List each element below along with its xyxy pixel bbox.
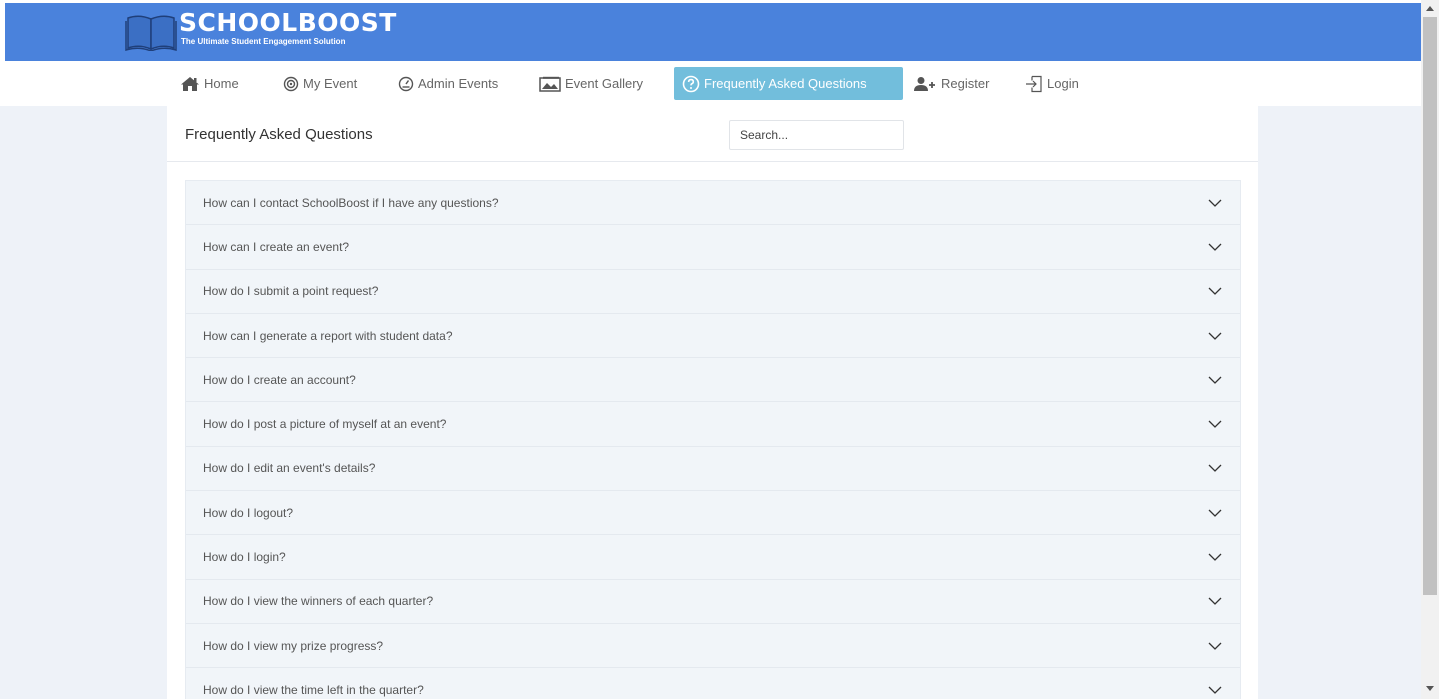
nav-login-label: Login: [1047, 76, 1079, 91]
question-circle-icon: [682, 75, 700, 93]
faq-item[interactable]: How can I generate a report with student…: [186, 313, 1240, 359]
chevron-down-icon: [1208, 553, 1222, 561]
faq-question: How can I contact SchoolBoost if I have …: [203, 195, 499, 210]
faq-question: How can I create an event?: [203, 239, 350, 254]
faq-item[interactable]: How do I create an account?: [186, 358, 1240, 403]
chevron-down-icon: [1208, 199, 1222, 207]
faq-question: How do I submit a point request?: [203, 284, 379, 299]
faq-question: How do I logout?: [203, 505, 294, 520]
nav-faq[interactable]: Frequently Asked Questions: [674, 67, 903, 100]
page-title: Frequently Asked Questions: [185, 126, 373, 143]
scrollbar-thumb[interactable]: [1423, 17, 1437, 595]
faq-item[interactable]: How do I submit a point request?: [186, 269, 1240, 314]
page: SCHOOLBOOST The Ultimate Student Engagem…: [0, 0, 1439, 699]
login-icon: [1025, 75, 1043, 93]
brand-name: SCHOOLBOOST: [179, 8, 397, 37]
chevron-down-icon: [1208, 420, 1222, 429]
nav-register[interactable]: Register: [905, 67, 997, 100]
faq-item[interactable]: How do I login?: [186, 535, 1240, 580]
faq-question: How do I edit an event's details?: [203, 461, 376, 476]
logo[interactable]: SCHOOLBOOST The Ultimate Student Engagem…: [125, 9, 397, 55]
chevron-down-icon: [1208, 287, 1222, 296]
faq-item[interactable]: How do I edit an event's details?: [186, 446, 1240, 492]
faq-card-header: Frequently Asked Questions: [167, 106, 1258, 162]
faq-accordion: How can I contact SchoolBoost if I have …: [185, 180, 1241, 699]
nav-home[interactable]: Home: [172, 67, 247, 100]
chevron-down-icon: [1208, 243, 1222, 251]
add-user-icon: [913, 76, 937, 92]
book-icon: [125, 15, 177, 51]
nav-my-event[interactable]: My Event: [275, 67, 365, 100]
faq-item[interactable]: How do I view the winners of each quarte…: [186, 579, 1240, 624]
nav-login[interactable]: Login: [1017, 67, 1087, 100]
home-icon: [180, 76, 200, 92]
faq-item[interactable]: How do I post a picture of myself at an …: [186, 402, 1240, 447]
nav-admin-events[interactable]: Admin Events: [390, 67, 506, 100]
main-nav: Home My Event Admin Events Event Gallery…: [0, 61, 1421, 106]
nav-faq-label: Frequently Asked Questions: [704, 76, 867, 91]
scroll-up-arrow-icon[interactable]: [1426, 6, 1434, 11]
gauge-icon: [398, 76, 414, 92]
faq-item[interactable]: How do I view the time left in the quart…: [186, 668, 1240, 699]
chevron-down-icon: [1208, 464, 1222, 473]
chevron-down-icon: [1208, 642, 1222, 650]
target-icon: [283, 76, 299, 92]
faq-item[interactable]: How can I create an event?: [186, 225, 1240, 270]
brand-tagline: The Ultimate Student Engagement Solution: [181, 37, 346, 46]
faq-question: How do I create an account?: [203, 372, 356, 387]
vertical-scrollbar[interactable]: [1421, 0, 1439, 699]
nav-admin-events-label: Admin Events: [418, 76, 499, 91]
faq-question: How can I generate a report with student…: [203, 328, 453, 343]
faq-card: Frequently Asked Questions How can I con…: [167, 106, 1258, 699]
chevron-down-icon: [1208, 376, 1222, 384]
faq-item[interactable]: How can I contact SchoolBoost if I have …: [186, 181, 1240, 226]
faq-question: How do I view my prize progress?: [203, 638, 384, 653]
faq-question: How do I post a picture of myself at an …: [203, 417, 447, 432]
chevron-down-icon: [1208, 332, 1222, 340]
scroll-down-arrow-icon[interactable]: [1426, 686, 1434, 691]
nav-event-gallery[interactable]: Event Gallery: [531, 67, 651, 100]
header-banner: SCHOOLBOOST The Ultimate Student Engagem…: [5, 3, 1421, 61]
faq-item[interactable]: How do I logout?: [186, 491, 1240, 536]
nav-home-label: Home: [204, 76, 239, 91]
nav-register-label: Register: [941, 76, 990, 91]
faq-question: How do I login?: [203, 550, 286, 565]
faq-question: How do I view the time left in the quart…: [203, 682, 424, 697]
faq-item[interactable]: How do I view my prize progress?: [186, 623, 1240, 669]
chevron-down-icon: [1208, 597, 1222, 606]
search-input[interactable]: [729, 120, 904, 150]
gallery-icon: [539, 76, 561, 92]
nav-my-event-label: My Event: [303, 76, 358, 91]
faq-question: How do I view the winners of each quarte…: [203, 594, 434, 609]
nav-event-gallery-label: Event Gallery: [565, 76, 644, 91]
chevron-down-icon: [1208, 509, 1222, 517]
chevron-down-icon: [1208, 686, 1222, 694]
